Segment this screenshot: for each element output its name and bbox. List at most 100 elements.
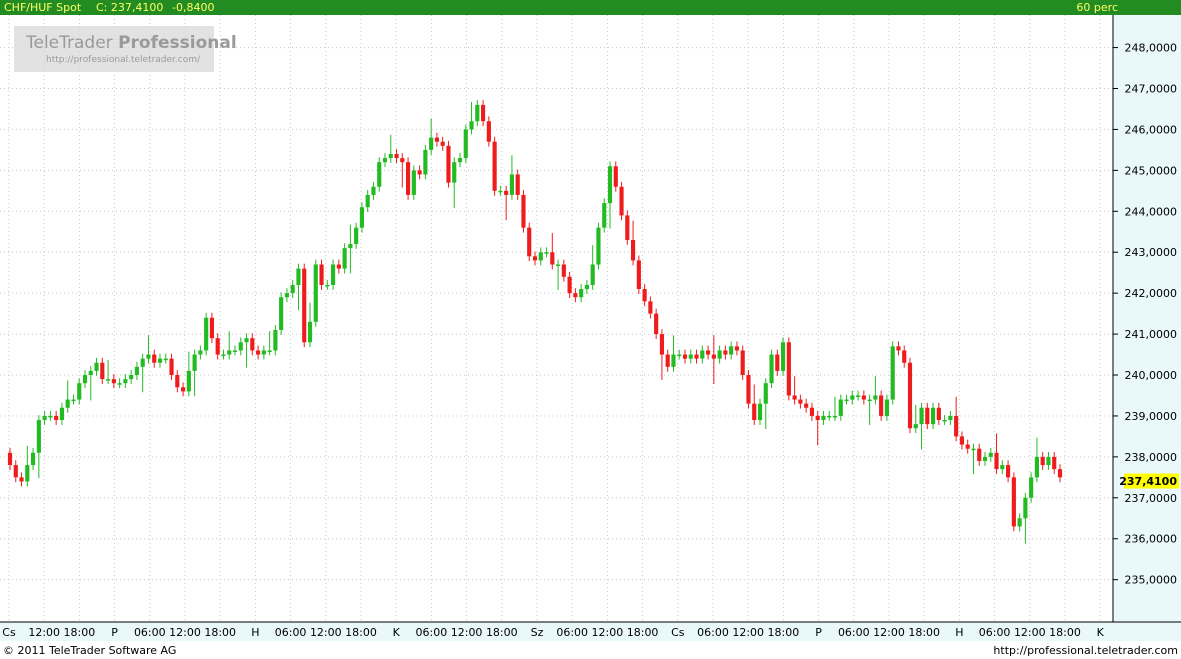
- candle-body: [884, 399, 889, 416]
- candle-body: [619, 186, 624, 216]
- candle-body: [457, 158, 463, 163]
- y-tick-label: 242,0000: [1125, 287, 1178, 300]
- candle-body: [175, 375, 180, 388]
- x-tick-label: 12:00: [592, 626, 624, 639]
- candle-body: [256, 350, 261, 355]
- y-tick-label: 239,0000: [1125, 410, 1178, 423]
- candle-body: [82, 375, 88, 384]
- candle-body: [406, 162, 411, 195]
- y-tick-label: 244,0000: [1125, 205, 1178, 218]
- candle-body: [423, 149, 428, 175]
- candle-body: [1006, 465, 1011, 478]
- candle-body: [717, 350, 722, 359]
- candle-body: [440, 141, 445, 146]
- candle-body: [446, 145, 451, 183]
- footer-copyright: © 2011 TeleTrader Software AG: [3, 644, 176, 657]
- candle-body: [861, 395, 866, 400]
- candle-body: [942, 420, 947, 422]
- watermark-brand-regular: TeleTrader: [25, 33, 118, 53]
- candle-body: [954, 415, 959, 437]
- x-tick-label: P: [815, 626, 822, 639]
- x-tick-label: 06:00: [838, 626, 870, 639]
- candle-body: [504, 190, 509, 195]
- candle-body: [665, 354, 670, 367]
- candle-body: [659, 334, 664, 355]
- candle-body: [521, 194, 526, 228]
- candle-body: [781, 342, 786, 371]
- candle-body: [365, 194, 370, 208]
- candle-body: [36, 420, 41, 453]
- candle-body: [584, 284, 589, 290]
- y-tick-label: 243,0000: [1125, 246, 1178, 259]
- y-tick-label: 245,0000: [1125, 164, 1178, 177]
- candle-body: [388, 153, 393, 159]
- candle-body: [325, 284, 330, 287]
- candle-body: [792, 395, 797, 400]
- candle-body: [682, 354, 688, 359]
- candle-body: [371, 186, 376, 195]
- chart-window: CHF/HUF Spot C: 237,4100 -0,8400 60 perc…: [0, 0, 1181, 659]
- x-tick-label: 18:00: [1049, 626, 1081, 639]
- candle-body: [873, 395, 878, 400]
- candle-body: [279, 297, 284, 330]
- candle-body: [579, 289, 584, 298]
- candle-body: [244, 338, 249, 343]
- y-tick-label: 241,0000: [1125, 328, 1178, 341]
- symbol-title: CHF/HUF Spot: [4, 1, 82, 14]
- x-tick-label: 06:00: [556, 626, 588, 639]
- y-tick-label: 247,0000: [1125, 83, 1178, 96]
- x-tick-label: 12:00: [28, 626, 60, 639]
- candle-body: [654, 313, 659, 335]
- candle-body: [452, 162, 457, 183]
- candle-body: [688, 354, 693, 359]
- x-tick-label: 18:00: [345, 626, 377, 639]
- candle-body: [123, 379, 128, 384]
- candle-body: [267, 350, 272, 352]
- candle-body: [1011, 477, 1016, 527]
- candle-body: [400, 158, 405, 163]
- candle-body: [77, 383, 82, 400]
- candle-body: [54, 415, 59, 421]
- candle-body: [902, 350, 907, 363]
- candle-body: [809, 407, 814, 416]
- candle-body: [31, 452, 36, 466]
- x-tick-label: 12:00: [451, 626, 483, 639]
- x-tick-label: Sz: [531, 626, 544, 639]
- candle-body: [261, 350, 266, 355]
- y-tick-label: 246,0000: [1125, 123, 1178, 136]
- candle-body: [867, 399, 872, 402]
- candle-body: [965, 444, 970, 449]
- candle-body: [631, 239, 636, 261]
- candle-body: [94, 362, 99, 371]
- candle-body: [711, 354, 716, 359]
- candle-body: [1017, 518, 1022, 527]
- candle-body: [215, 338, 220, 355]
- candle-body: [607, 166, 613, 204]
- candle-body: [740, 350, 745, 376]
- candle-body: [181, 387, 186, 392]
- candle-body: [907, 362, 913, 429]
- candle-body: [354, 227, 359, 245]
- x-tick-label: 12:00: [310, 626, 342, 639]
- candle-body: [527, 227, 532, 257]
- last-price-marker: 237,4100: [1119, 473, 1179, 489]
- candle-body: [746, 375, 751, 404]
- candle-body: [832, 415, 838, 418]
- candle-body: [117, 383, 122, 385]
- candle-body: [290, 284, 295, 294]
- candle-body: [994, 452, 999, 470]
- candle-body: [394, 153, 399, 159]
- x-tick-label: 06:00: [979, 626, 1011, 639]
- candle-body: [307, 321, 313, 343]
- candle-body: [706, 350, 711, 355]
- candle-body: [336, 264, 341, 269]
- candle-body: [936, 407, 941, 421]
- candlestick-chart[interactable]: CHF/HUF Spot C: 237,4100 -0,8400 60 perc…: [0, 0, 1181, 659]
- candle-body: [636, 260, 641, 290]
- candle-body: [157, 358, 163, 363]
- candle-body: [590, 264, 595, 285]
- candle-body: [463, 129, 468, 159]
- candle-body: [169, 358, 174, 376]
- candle-body: [7, 452, 13, 466]
- candle-body: [88, 370, 93, 376]
